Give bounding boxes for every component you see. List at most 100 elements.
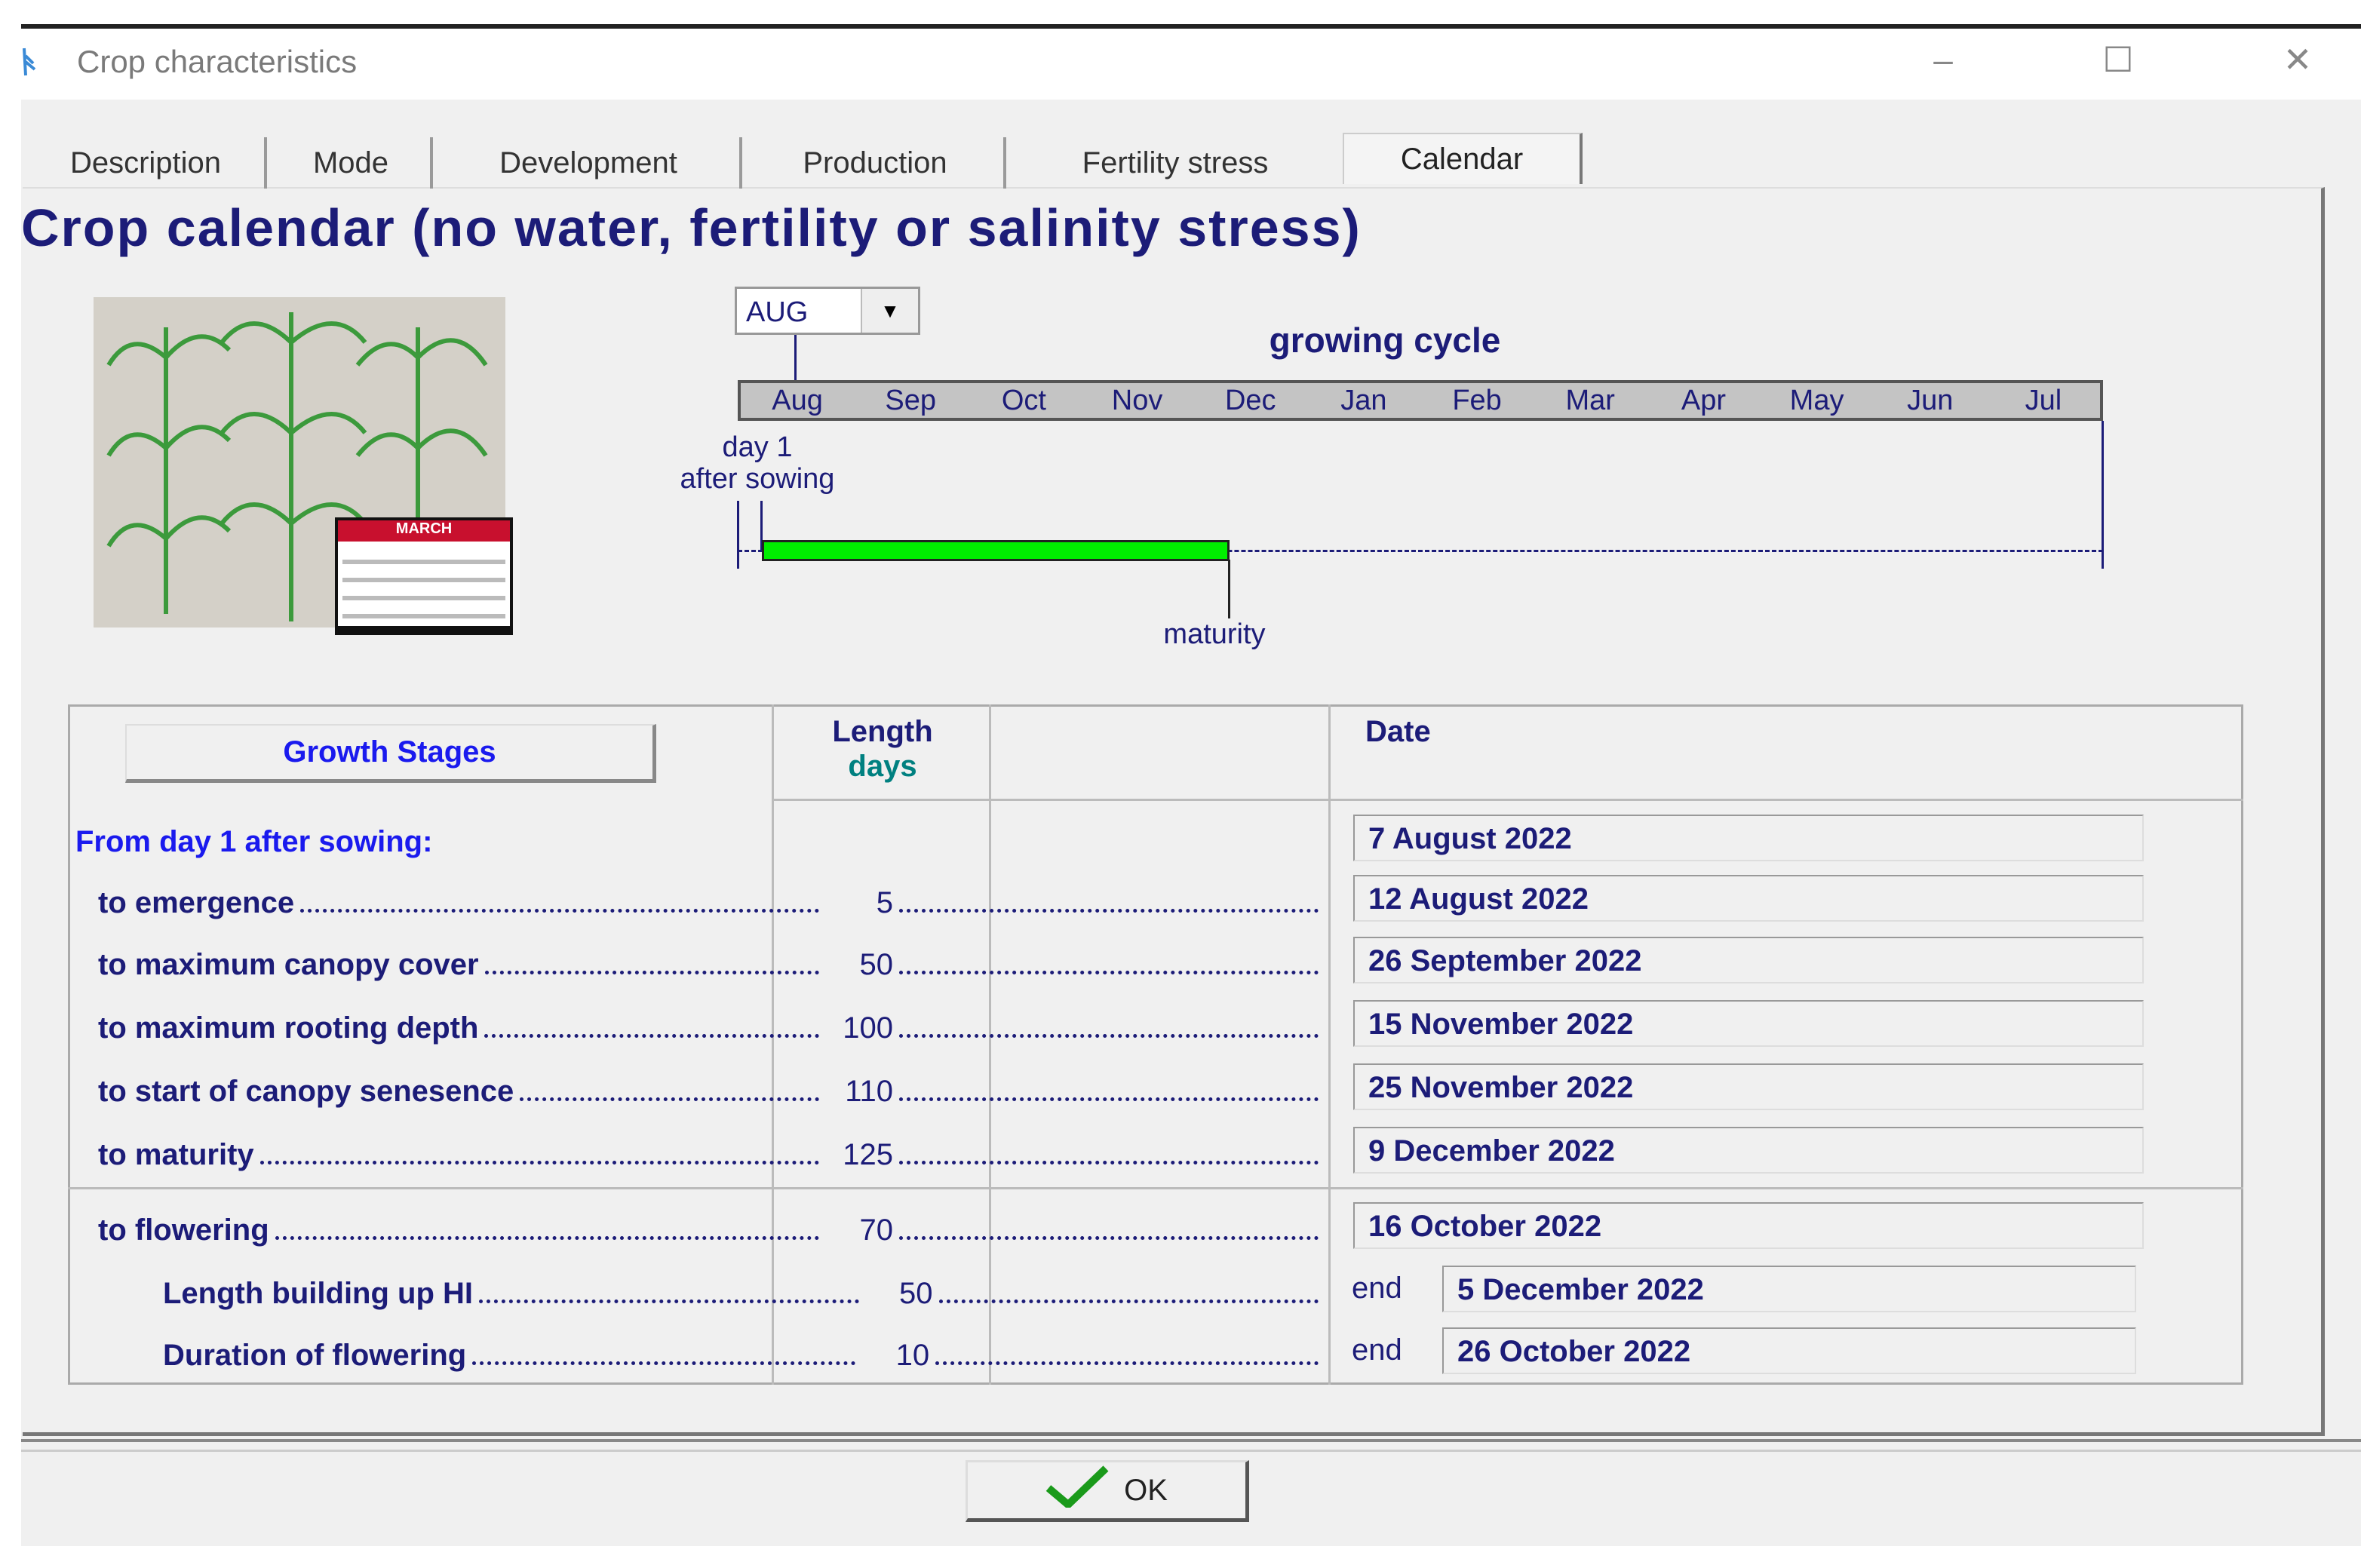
dotted-leader (520, 1097, 819, 1101)
month-label: Jul (2025, 385, 2062, 416)
month-label: Apr (1681, 385, 1726, 416)
month-label: Dec (1224, 385, 1276, 416)
after-sowing-label: after sowing (680, 463, 835, 495)
tab-development[interactable]: Development (438, 137, 742, 189)
checkmark-icon (1045, 1465, 1109, 1515)
ok-label: OK (1124, 1473, 1168, 1507)
day1-label: day 1 (722, 431, 793, 463)
stage-days: 50 (859, 948, 894, 981)
stage-label: to maturity (98, 1138, 254, 1171)
dotted-leader (899, 909, 1319, 913)
table-row: to maturity 125 (98, 1130, 1325, 1172)
dotted-leader (899, 1236, 1319, 1240)
page-title: Crop calendar (no water, fertility or sa… (21, 198, 1362, 257)
dotted-leader (899, 971, 1319, 974)
stage-label: to emergence (98, 886, 295, 919)
minimize-button[interactable]: – (1920, 39, 1966, 80)
table-row: Length building up HI 50 (163, 1269, 1325, 1311)
dotted-leader (259, 1161, 819, 1164)
sowing-date-field[interactable]: 7 August 2022 (1353, 815, 2144, 861)
calendar-icon: MARCH (335, 517, 513, 635)
window-title: Crop characteristics (77, 44, 358, 79)
month-label: Mar (1565, 385, 1615, 416)
dotted-leader (484, 971, 819, 974)
row-group-divider (68, 1187, 2243, 1189)
month-label: Nov (1111, 385, 1163, 416)
stage-label: Length building up HI (163, 1277, 474, 1310)
stage-date-field[interactable]: 25 November 2022 (1353, 1063, 2144, 1110)
maximize-button[interactable]: ☐ (2095, 39, 2141, 80)
month-label: Feb (1452, 385, 1502, 416)
stage-date-field[interactable]: 16 October 2022 (1353, 1202, 2144, 1249)
month-label: Sep (885, 385, 937, 416)
date-header: Date (1365, 715, 1431, 748)
tab-calendar[interactable]: Calendar (1343, 133, 1583, 184)
from-day1-label: From day 1 after sowing: (75, 825, 433, 858)
title-bar (21, 29, 2361, 100)
month-axis: Aug Sep Oct Nov Dec Jan Feb Mar Apr May Jun Jul (738, 380, 2103, 421)
stage-label: to maximum rooting depth (98, 1011, 479, 1045)
table-row: to flowering 70 (98, 1205, 1325, 1247)
growing-cycle-bar (762, 540, 1230, 561)
stage-days: 70 (859, 1214, 894, 1247)
start-marker-line (794, 335, 797, 380)
stage-days: 125 (843, 1138, 893, 1171)
month-label: Aug (772, 385, 823, 416)
stage-date-field[interactable]: 26 October 2022 (1442, 1327, 2136, 1374)
ok-button[interactable]: OK (966, 1460, 1249, 1522)
header-divider (772, 799, 2243, 801)
end-label: end (1352, 1272, 1402, 1305)
tab-fertility-stress[interactable]: Fertility stress (1011, 137, 1340, 189)
dotted-leader (899, 1034, 1319, 1038)
dotted-leader (938, 1300, 1319, 1303)
tab-description[interactable]: Description (27, 137, 267, 189)
stage-date-field[interactable]: 9 December 2022 (1353, 1127, 2144, 1174)
length-header: Length (832, 715, 933, 748)
tab-mode[interactable]: Mode (272, 137, 433, 189)
table-row: to maximum rooting depth 100 (98, 1003, 1325, 1045)
stage-days: 100 (843, 1011, 893, 1045)
start-month-value: AUG (746, 296, 809, 328)
calendar-icon-month: MARCH (338, 520, 510, 542)
growth-stages-button[interactable]: Growth Stages (125, 724, 656, 783)
app-icon (21, 47, 38, 77)
maturity-marker-line (1228, 560, 1230, 618)
stage-label: Duration of flowering (163, 1339, 467, 1372)
dotted-leader (479, 1300, 859, 1303)
dotted-leader (484, 1034, 819, 1038)
timeline-title: growing cycle (1269, 321, 1501, 360)
maturity-label: maturity (1163, 618, 1266, 650)
timeline-start-line (737, 501, 739, 569)
dotted-leader (300, 909, 819, 913)
dotted-leader (935, 1361, 1319, 1365)
table-row: to maximum canopy cover 50 (98, 940, 1325, 982)
stage-days: 5 (876, 886, 893, 919)
month-label: May (1789, 385, 1844, 416)
tab-production[interactable]: Production (747, 137, 1006, 189)
stage-days: 10 (895, 1339, 930, 1372)
table-row: to start of canopy senesence 110 (98, 1066, 1325, 1109)
separator (21, 1439, 2361, 1442)
window-bottom (21, 1546, 2361, 1568)
stage-days: 50 (899, 1277, 933, 1310)
dotted-leader (899, 1097, 1319, 1101)
table-row: Duration of flowering 10 (163, 1330, 1325, 1373)
stage-date-field[interactable]: 15 November 2022 (1353, 1000, 2144, 1047)
stage-date-field[interactable]: 12 August 2022 (1353, 875, 2144, 922)
close-button[interactable]: ✕ (2275, 39, 2320, 80)
days-header: days (848, 750, 917, 783)
column-divider (1328, 704, 1331, 1385)
stage-label: to start of canopy senesence (98, 1075, 514, 1108)
stage-date-field[interactable]: 26 September 2022 (1353, 937, 2144, 983)
chevron-down-icon[interactable]: ▼ (861, 289, 918, 333)
stage-date-field[interactable]: 5 December 2022 (1442, 1266, 2136, 1312)
stage-label: to flowering (98, 1214, 269, 1247)
dotted-leader (899, 1161, 1319, 1164)
dotted-leader (275, 1236, 819, 1240)
separator (21, 1450, 2361, 1452)
timeline-end-line (2102, 421, 2104, 569)
table-row: to emergence 5 (98, 878, 1325, 920)
dotted-leader (472, 1361, 856, 1365)
month-label: Oct (1001, 385, 1046, 416)
start-month-dropdown[interactable]: AUG ▼ (735, 287, 920, 335)
